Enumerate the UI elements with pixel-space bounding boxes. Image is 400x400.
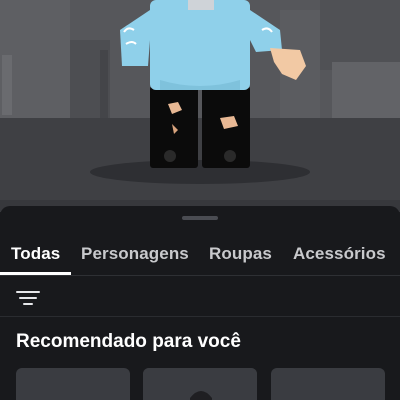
recommended-item-card[interactable]	[16, 368, 130, 400]
tab-todas[interactable]: Todas	[11, 244, 60, 264]
avatar-scene	[0, 0, 400, 212]
filter-icon	[16, 291, 40, 293]
tab-roupas[interactable]: Roupas	[209, 244, 272, 264]
tabs-divider	[0, 275, 400, 276]
recommended-item-card[interactable]	[271, 368, 385, 400]
avatar-preview[interactable]	[0, 0, 400, 212]
filter-icon-line	[23, 303, 33, 305]
section-title: Recomendado para você	[16, 331, 241, 352]
filter-button[interactable]	[10, 286, 46, 318]
catalog-sheet: Todas Personagens Roupas Acessórios Reco…	[0, 206, 400, 400]
section-divider	[0, 316, 400, 317]
recommended-item-card[interactable]	[143, 368, 257, 400]
drag-handle[interactable]	[182, 216, 218, 220]
tab-personagens[interactable]: Personagens	[81, 244, 189, 264]
filter-icon-line	[19, 297, 37, 299]
tab-acessorios[interactable]: Acessórios	[293, 244, 386, 264]
avatar-thumbnail-icon	[143, 368, 257, 400]
